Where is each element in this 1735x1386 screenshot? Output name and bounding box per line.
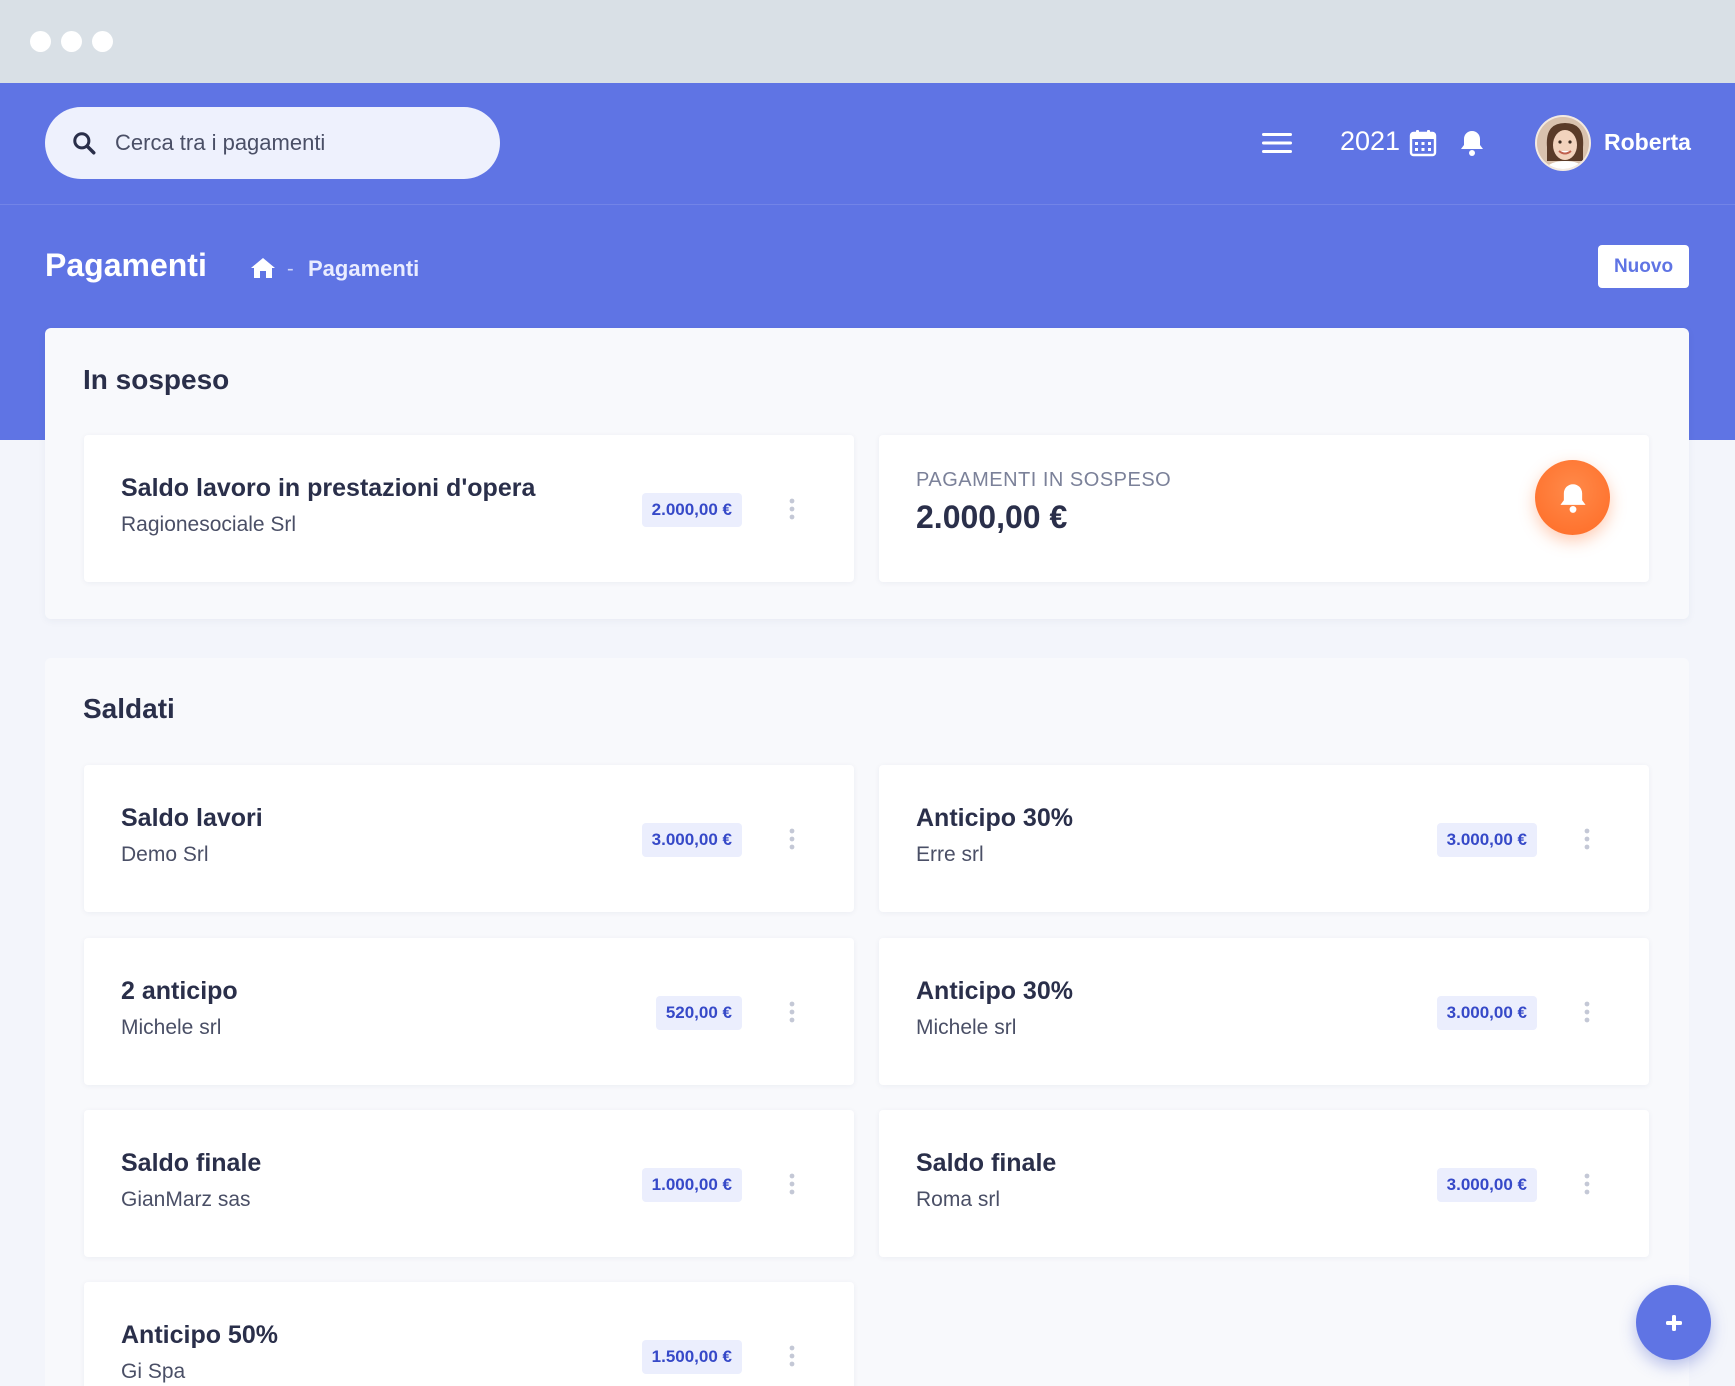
payment-client: GianMarz sas <box>121 1188 251 1211</box>
settled-payment-card[interactable]: Anticipo 30% Michele srl 3.000,00 € <box>879 938 1649 1085</box>
more-vertical-icon[interactable] <box>788 828 796 850</box>
payment-title: 2 anticipo <box>121 977 238 1005</box>
search-icon <box>73 132 96 155</box>
more-vertical-icon[interactable] <box>788 1001 796 1023</box>
alert-badge <box>1535 460 1610 535</box>
more-vertical-icon[interactable] <box>1583 1001 1591 1023</box>
payment-title: Saldo lavoro in prestazioni d'opera <box>121 474 536 502</box>
payment-title: Anticipo 30% <box>916 977 1073 1005</box>
menu-icon[interactable] <box>1262 132 1292 154</box>
payment-client: Ragionesociale Srl <box>121 513 297 536</box>
payment-title: Saldo finale <box>121 1149 262 1177</box>
settled-section-title: Saldati <box>83 693 175 724</box>
window-minimize-dot[interactable] <box>61 31 82 52</box>
year-selector[interactable]: 2021 <box>1340 126 1400 157</box>
more-vertical-icon[interactable] <box>788 1173 796 1195</box>
page-title: Pagamenti <box>45 247 207 283</box>
payment-amount-badge: 1.000,00 € <box>641 1168 742 1202</box>
payment-client: Gi Spa <box>121 1360 186 1383</box>
payment-amount-badge: 3.000,00 € <box>1436 996 1537 1030</box>
payment-client: Michele srl <box>121 1016 222 1039</box>
payment-title: Saldo lavori <box>121 804 263 832</box>
settled-payment-card[interactable]: Saldo lavori Demo Srl 3.000,00 € <box>84 765 854 912</box>
topbar-divider <box>0 204 1735 205</box>
more-vertical-icon[interactable] <box>788 498 796 520</box>
breadcrumb-separator: - <box>287 258 294 280</box>
pending-summary-amount: 2.000,00 € <box>916 499 1068 535</box>
payment-client: Roma srl <box>916 1188 1001 1211</box>
bell-icon[interactable] <box>1459 129 1485 157</box>
breadcrumb-current: Pagamenti <box>308 256 420 281</box>
search-input[interactable] <box>115 130 445 156</box>
search-bar[interactable] <box>45 107 500 179</box>
user-name[interactable]: Roberta <box>1604 129 1691 156</box>
payment-amount-badge: 3.000,00 € <box>1436 823 1537 857</box>
more-vertical-icon[interactable] <box>1583 1173 1591 1195</box>
settled-section: Saldati Saldo lavori Demo Srl 3.000,00 €… <box>45 658 1689 1386</box>
payment-amount-badge: 3.000,00 € <box>641 823 742 857</box>
bell-icon <box>1559 483 1586 513</box>
plus-icon <box>1665 1314 1682 1331</box>
pending-section: In sospeso Saldo lavoro in prestazioni d… <box>45 328 1689 619</box>
window-titlebar <box>0 0 1735 83</box>
payment-title: Anticipo 50% <box>121 1321 278 1349</box>
settled-payment-card[interactable]: Saldo finale Roma srl 3.000,00 € <box>879 1110 1649 1257</box>
payment-amount-badge: 3.000,00 € <box>1436 1168 1537 1202</box>
pending-summary-label: PAGAMENTI IN SOSPESO <box>916 469 1172 491</box>
more-vertical-icon[interactable] <box>1583 828 1591 850</box>
settled-payment-card[interactable]: Anticipo 50% Gi Spa 1.500,00 € <box>84 1282 854 1386</box>
payment-client: Erre srl <box>916 843 984 866</box>
window-maximize-dot[interactable] <box>92 31 113 52</box>
new-payment-button[interactable]: Nuovo <box>1598 245 1689 288</box>
payment-title: Anticipo 30% <box>916 804 1073 832</box>
pending-section-title: In sospeso <box>83 364 230 395</box>
more-vertical-icon[interactable] <box>788 1345 796 1367</box>
window-close-dot[interactable] <box>30 31 51 52</box>
settled-payment-card[interactable]: 2 anticipo Michele srl 520,00 € <box>84 938 854 1085</box>
payment-amount-badge: 520,00 € <box>655 996 742 1030</box>
payment-client: Michele srl <box>916 1016 1017 1039</box>
payment-title: Saldo finale <box>916 1149 1057 1177</box>
add-payment-fab[interactable] <box>1636 1285 1711 1360</box>
payment-amount-badge: 1.500,00 € <box>641 1340 742 1374</box>
pending-summary-card: PAGAMENTI IN SOSPESO 2.000,00 € <box>879 435 1649 582</box>
calendar-icon[interactable] <box>1409 129 1437 157</box>
pending-payment-card[interactable]: Saldo lavoro in prestazioni d'opera Ragi… <box>84 435 854 582</box>
avatar[interactable] <box>1535 115 1591 171</box>
settled-payment-card[interactable]: Saldo finale GianMarz sas 1.000,00 € <box>84 1110 854 1257</box>
payment-amount-badge: 2.000,00 € <box>641 493 742 527</box>
settled-payment-card[interactable]: Anticipo 30% Erre srl 3.000,00 € <box>879 765 1649 912</box>
home-icon[interactable] <box>250 256 276 280</box>
payment-client: Demo Srl <box>121 843 209 866</box>
